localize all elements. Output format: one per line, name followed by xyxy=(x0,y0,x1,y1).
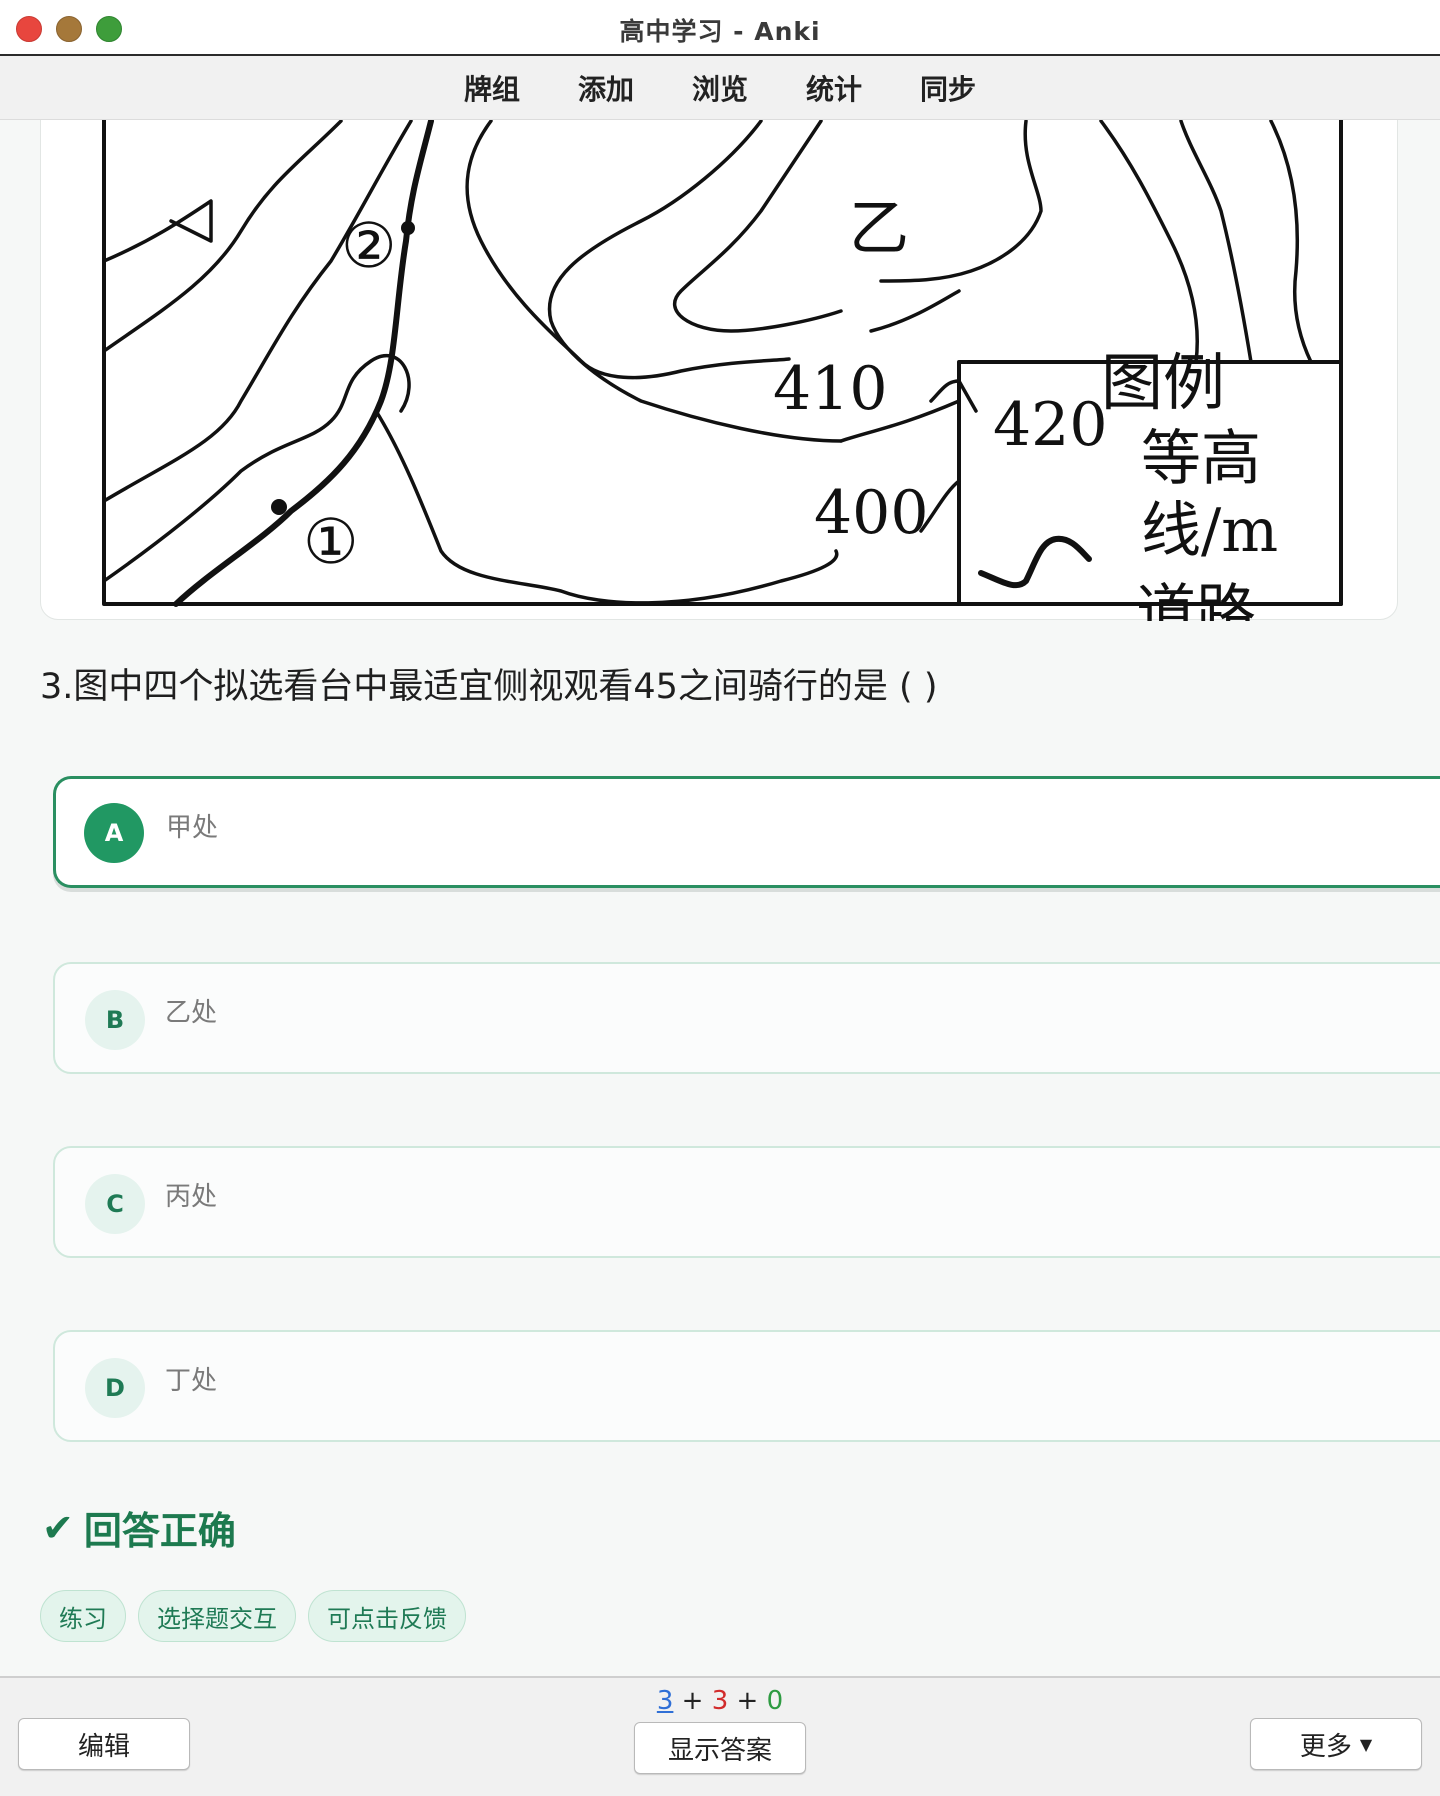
option-d-badge: D xyxy=(85,1358,145,1418)
legend-title: 图例 xyxy=(1101,346,1225,419)
new-count: 3 xyxy=(656,1686,674,1716)
option-c-badge: C xyxy=(85,1174,145,1234)
option-a[interactable]: A 甲处 xyxy=(53,776,1440,888)
toolbar-stats[interactable]: 统计 xyxy=(806,68,862,108)
map-label-420: 420 xyxy=(993,390,1108,460)
question-text: 3.图中四个拟选看台中最适宜侧视观看45之间骑行的是 ( ) xyxy=(40,667,938,707)
review-count: 0 xyxy=(766,1686,784,1716)
option-a-badge: A xyxy=(84,803,144,863)
map-image-card: 乙 410 420 400 ① ② 图例 等高 线/m 道路 xyxy=(40,120,1398,621)
legend-road: 道路 xyxy=(1136,578,1256,621)
answer-feedback: ✔ 回答正确 xyxy=(42,1500,236,1555)
option-c-text: 丙处 xyxy=(165,1182,218,1212)
tag-item[interactable]: 选择题交互 xyxy=(138,1590,296,1642)
bottom-bar: 3 + 3 + 0 编辑 显示答案 更多 ▼ xyxy=(0,1676,1440,1796)
map-label-400: 400 xyxy=(814,478,929,548)
toolbar-browse[interactable]: 浏览 xyxy=(692,68,748,108)
option-d[interactable]: D 丁处 xyxy=(53,1330,1440,1442)
option-d-text: 丁处 xyxy=(165,1366,218,1396)
main-toolbar: 牌组 添加 浏览 统计 同步 xyxy=(0,56,1440,120)
option-a-text: 甲处 xyxy=(166,813,219,843)
count-separator: + xyxy=(681,1686,704,1716)
map-marker-1: ① xyxy=(303,505,359,578)
card-content[interactable]: 乙 410 420 400 ① ② 图例 等高 线/m 道路 3.图中四个拟选看… xyxy=(0,120,1440,1676)
map-label-410: 410 xyxy=(773,354,888,424)
more-button[interactable]: 更多 ▼ xyxy=(1250,1718,1422,1770)
edit-button[interactable]: 编辑 xyxy=(18,1718,190,1770)
legend-contour-2: 线/m xyxy=(1141,496,1278,566)
option-b[interactable]: B 乙处 xyxy=(53,962,1440,1074)
more-button-label: 更多 xyxy=(1299,1731,1352,1762)
option-c[interactable]: C 丙处 xyxy=(53,1146,1440,1258)
show-answer-button[interactable]: 显示答案 xyxy=(634,1722,806,1774)
tag-item[interactable]: 可点击反馈 xyxy=(308,1590,466,1642)
toolbar-add[interactable]: 添加 xyxy=(578,68,634,108)
map-marker-2: ② xyxy=(341,209,397,282)
caret-down-icon: ▼ xyxy=(1359,1734,1373,1754)
option-b-badge: B xyxy=(85,990,145,1050)
count-separator: + xyxy=(736,1686,759,1716)
toolbar-decks[interactable]: 牌组 xyxy=(464,68,520,108)
tag-item[interactable]: 练习 xyxy=(40,1590,126,1642)
feedback-text: 回答正确 xyxy=(83,1509,236,1553)
map-label-yi: 乙 xyxy=(849,194,909,264)
check-icon: ✔ xyxy=(42,1505,74,1550)
due-counts: 3 + 3 + 0 xyxy=(0,1686,1440,1716)
legend-contour-1: 等高 xyxy=(1141,424,1261,494)
window-title: 高中学习 - Anki xyxy=(619,17,821,46)
toolbar-sync[interactable]: 同步 xyxy=(920,68,976,108)
contour-map: 乙 410 420 400 ① ② 图例 等高 线/m 道路 xyxy=(102,120,1343,621)
option-b-text: 乙处 xyxy=(165,998,218,1028)
tag-list: 练习 选择题交互 可点击反馈 xyxy=(40,1590,466,1642)
learn-count: 3 xyxy=(711,1686,729,1716)
title-bar: 高中学习 - Anki xyxy=(0,0,1440,56)
